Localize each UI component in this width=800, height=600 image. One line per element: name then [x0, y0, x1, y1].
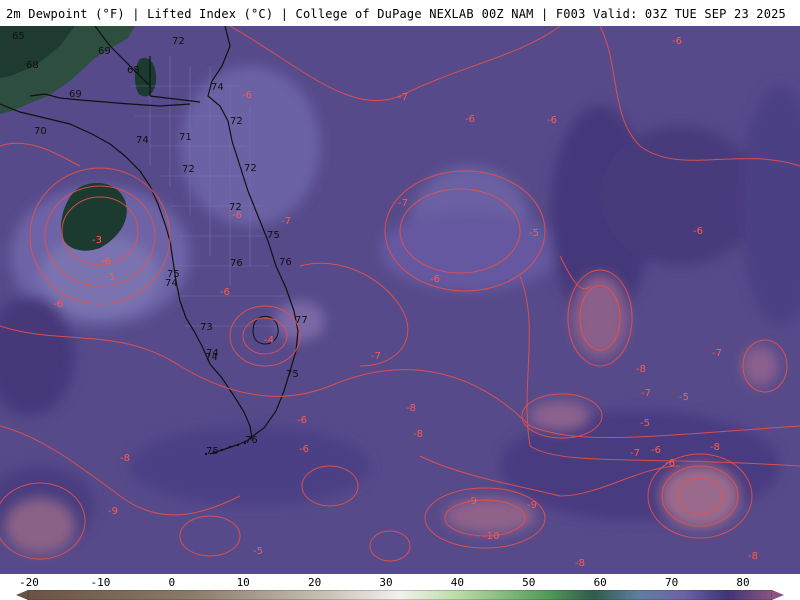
- lifted-index-label: -6: [297, 415, 307, 426]
- dewpoint-label: 72: [182, 164, 195, 175]
- model-run-info: 00Z NAM | F003 Valid: 03Z TUE SEP 23 202…: [481, 7, 786, 21]
- lifted-index-label: -4: [264, 335, 274, 346]
- dewpoint-label: 72: [230, 116, 243, 127]
- lifted-index-label: -8: [575, 558, 585, 569]
- lifted-index-label: -6: [547, 115, 557, 126]
- lifted-index-label: -5: [640, 418, 650, 429]
- lifted-index-label: -9: [527, 500, 537, 511]
- lifted-index-label: -6: [672, 36, 682, 47]
- colorbar-band: [27, 590, 773, 600]
- colorbar-tick-label: 50: [522, 576, 536, 589]
- colorbar-tick-label: -20: [19, 576, 39, 589]
- weather-map: 65 65 68 69 69 68 72 72 74 74 71 72 72 7…: [0, 26, 800, 574]
- colorbar-tick-label: 20: [307, 576, 322, 589]
- dewpoint-label: 72: [244, 163, 257, 174]
- dewpoint-label: 76: [245, 435, 258, 446]
- dewpoint-label: 65: [79, 26, 92, 29]
- lifted-index-label: -6: [232, 210, 242, 221]
- lifted-index-label: -6: [430, 274, 440, 285]
- colorbar-tick-label: 70: [664, 576, 679, 589]
- lifted-index-label: -5: [253, 546, 263, 557]
- lifted-index-label: -10: [483, 531, 499, 542]
- lifted-index-label: -7: [371, 351, 381, 362]
- lifted-index-label: -6: [53, 299, 63, 310]
- lifted-index-label: -6: [465, 114, 475, 125]
- lifted-index-label: -6: [220, 287, 230, 298]
- lifted-index-label: -5: [529, 228, 539, 239]
- lifted-index-label: -8: [710, 442, 720, 453]
- lifted-index-label: -7: [281, 216, 291, 227]
- lifted-index-label: -5: [105, 272, 115, 283]
- colorbar-gradient: [16, 590, 784, 600]
- dewpoint-label: 76: [279, 257, 292, 268]
- colorbar-tick-label: 30: [379, 576, 393, 589]
- lifted-index-label: -8: [120, 453, 130, 464]
- dewpoint-label: 72: [172, 36, 185, 47]
- lifted-index-label: -6: [101, 256, 111, 267]
- lifted-index-label: -3: [92, 235, 102, 246]
- dewpoint-label: 71: [179, 132, 192, 143]
- lifted-index-label: -7: [712, 348, 722, 359]
- header-bar: 2m Dewpoint (°F) | Lifted Index (°C) | C…: [0, 0, 800, 26]
- lifted-index-label: -5: [679, 392, 689, 403]
- dewpoint-label: 69: [98, 46, 111, 57]
- colorbar-legend: -20 -10 0 10 20 30 40 50 60 70 80: [0, 574, 800, 600]
- dewpoint-label: 68: [26, 60, 39, 71]
- lifted-index-label: -8: [413, 429, 423, 440]
- dewpoint-label: 73: [200, 322, 213, 333]
- lifted-index-label: -8: [636, 364, 646, 375]
- dewpoint-label: 70: [34, 126, 47, 137]
- lifted-index-label: -7: [630, 448, 640, 459]
- dewpoint-label: 74: [165, 278, 178, 289]
- dewpoint-label: 74: [136, 135, 149, 146]
- dewpoint-label: 75: [206, 446, 219, 457]
- colorbar-tick-label: 10: [236, 576, 250, 589]
- colorbar-tick-row: -20 -10 0 10 20 30 40 50 60 70 80: [0, 574, 800, 589]
- lifted-index-label: -8: [406, 403, 416, 414]
- product-title: 2m Dewpoint (°F) | Lifted Index (°C) | C…: [6, 7, 474, 21]
- dewpoint-label: 76: [230, 258, 243, 269]
- lifted-index-label: -6: [299, 444, 309, 455]
- colorbar-tick-label: 0: [168, 576, 176, 589]
- lifted-index-label: -7: [641, 388, 651, 399]
- lifted-index-label: -6: [693, 226, 703, 237]
- colorbar-tick-label: 40: [450, 576, 465, 589]
- dewpoint-label: 74: [211, 82, 224, 93]
- dewpoint-label: 65: [12, 31, 25, 42]
- dewpoint-label: 75: [267, 230, 280, 241]
- dewpoint-label: 77: [295, 315, 308, 326]
- colorbar-tick-label: 60: [593, 576, 607, 589]
- lifted-index-label: -7: [398, 92, 408, 103]
- lifted-index-label: -6: [665, 458, 675, 469]
- lifted-index-label: -9: [108, 506, 118, 517]
- colorbar-tick-label: 80: [736, 576, 750, 589]
- lifted-index-label: -6: [242, 90, 252, 101]
- colorbar-right-arrow: [772, 590, 784, 600]
- lifted-index-label: -9: [467, 496, 477, 507]
- dewpoint-label: 75: [286, 369, 299, 380]
- lifted-index-label: -8: [748, 551, 758, 562]
- lifted-index-label: -7: [398, 198, 408, 209]
- dewpoint-label: 74: [205, 352, 218, 363]
- colorbar-tick-label: -10: [90, 576, 111, 589]
- lifted-index-label: -6: [651, 445, 661, 456]
- dewpoint-label: 69: [69, 89, 82, 100]
- colorbar-left-arrow: [16, 590, 28, 600]
- dewpoint-label: 68: [127, 65, 140, 76]
